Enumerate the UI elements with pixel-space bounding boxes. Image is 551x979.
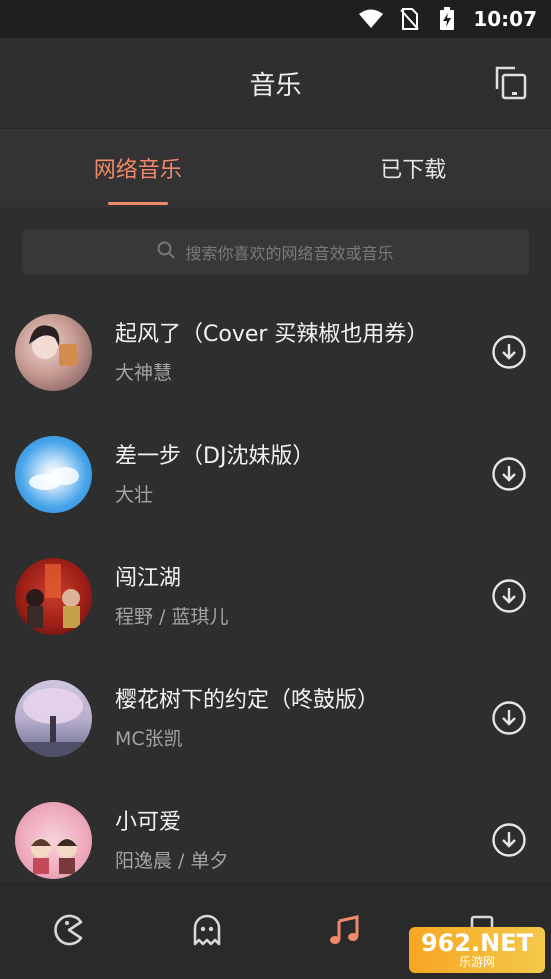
nav-item-sounds[interactable]	[138, 913, 276, 951]
song-title: 闯江湖	[115, 565, 182, 591]
nav-item-games[interactable]	[0, 913, 138, 951]
wifi-icon	[359, 7, 384, 31]
tab-label: 网络音乐	[93, 158, 182, 183]
download-icon[interactable]	[491, 456, 527, 492]
album-cover	[15, 313, 92, 391]
album-cover	[15, 679, 92, 757]
tab-online-music[interactable]: 网络音乐	[0, 129, 276, 207]
battery-charging-icon	[435, 7, 459, 31]
search-container: 搜索你喜欢的网络音效或音乐	[0, 207, 551, 291]
clock: 10:07	[473, 7, 537, 31]
tab-bar: 网络音乐 已下载	[0, 129, 551, 207]
tab-downloaded[interactable]: 已下载	[276, 129, 551, 207]
list-item[interactable]: 樱花树下的约定（咚鼓版） MC张凯	[0, 657, 551, 779]
tab-label: 已下载	[380, 158, 447, 183]
page-title: 音乐	[249, 70, 302, 101]
app-bar: 音乐	[0, 38, 551, 129]
nav-item-music[interactable]	[276, 913, 414, 951]
music-note-icon	[327, 913, 361, 951]
album-cover	[15, 557, 92, 635]
song-title: 小可爱	[115, 809, 182, 835]
download-icon[interactable]	[491, 700, 527, 736]
watermark-subtext: 乐游网	[458, 955, 495, 969]
search-input[interactable]: 搜索你喜欢的网络音效或音乐	[22, 229, 529, 275]
song-list: 起风了（Cover 买辣椒也用券） 大神慧 差一步（DJ沈妹版） 大壮 闯江湖 …	[0, 291, 551, 901]
watermark-logo-text: 962.NET	[420, 929, 534, 957]
song-title: 起风了（Cover 买辣椒也用券）	[115, 321, 429, 347]
no-sim-icon	[397, 7, 421, 31]
download-icon[interactable]	[491, 578, 527, 614]
list-item[interactable]: 闯江湖 程野 / 蓝琪儿	[0, 535, 551, 657]
site-watermark: 962.NET 乐游网	[409, 927, 545, 973]
list-item[interactable]: 起风了（Cover 买辣椒也用券） 大神慧	[0, 291, 551, 413]
song-artist: MC张凯	[115, 727, 183, 750]
list-item[interactable]: 差一步（DJ沈妹版） 大壮	[0, 413, 551, 535]
status-bar: 10:07	[0, 0, 551, 38]
ghost-icon	[190, 913, 224, 951]
download-icon[interactable]	[491, 334, 527, 370]
copy-window-icon[interactable]	[493, 65, 529, 101]
song-title: 樱花树下的约定（咚鼓版）	[115, 687, 380, 713]
album-cover	[15, 801, 92, 879]
song-artist: 大壮	[115, 483, 154, 506]
song-artist: 大神慧	[115, 361, 173, 384]
album-cover	[15, 435, 92, 513]
download-icon[interactable]	[491, 822, 527, 858]
search-placeholder: 搜索你喜欢的网络音效或音乐	[185, 244, 394, 263]
search-icon	[157, 241, 176, 263]
song-artist: 程野 / 蓝琪儿	[115, 605, 229, 628]
song-artist: 阳逸晨 / 单夕	[115, 849, 229, 872]
pacman-icon	[52, 913, 86, 951]
tab-indicator	[107, 202, 168, 205]
song-title: 差一步（DJ沈妹版）	[115, 443, 315, 469]
